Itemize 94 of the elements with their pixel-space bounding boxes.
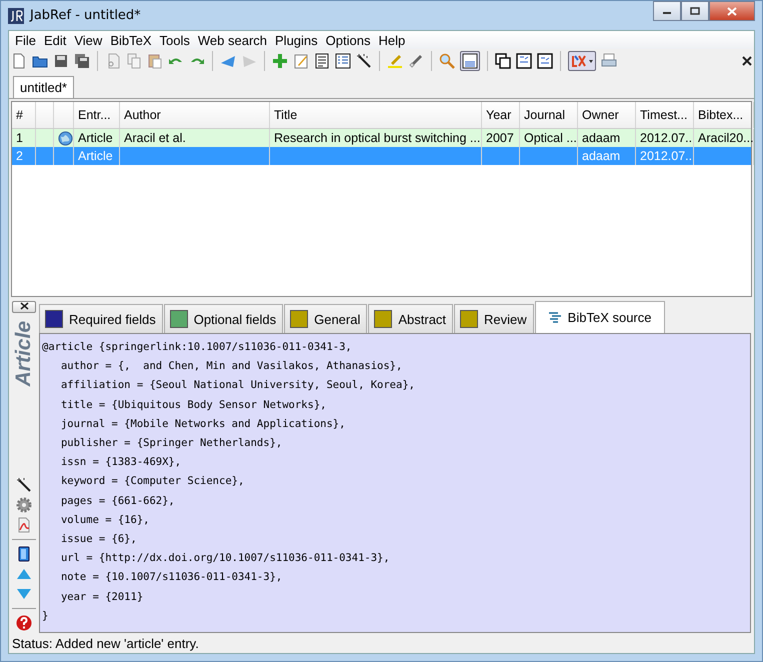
menu-item[interactable]: Plugins — [271, 32, 322, 48]
column-header[interactable]: Owner — [578, 102, 636, 128]
paste-icon[interactable] — [147, 53, 163, 69]
maximize-icon — [690, 7, 700, 15]
code-line: } — [42, 608, 50, 624]
column-header[interactable]: Entr... — [74, 102, 120, 128]
search-icon[interactable] — [439, 53, 455, 69]
sync-document-icon[interactable] — [516, 53, 532, 69]
menu-item[interactable]: Options — [322, 32, 374, 48]
code-line: issue = {6}, — [60, 532, 138, 548]
menu-item[interactable]: BibTeX — [106, 32, 156, 48]
close-button[interactable] — [709, 1, 755, 21]
new-file-icon[interactable] — [11, 53, 27, 69]
code-line: volume = {16}, — [60, 512, 150, 528]
close-icon[interactable] — [742, 56, 752, 66]
menu-item[interactable]: View — [70, 32, 106, 48]
menu-item[interactable]: Web search — [194, 32, 272, 48]
magic-wand-icon[interactable] — [16, 477, 32, 493]
table-cell: Optical ... — [524, 131, 577, 145]
menu-item[interactable]: File — [11, 32, 40, 48]
menu-item[interactable]: Help — [374, 32, 410, 48]
code-line: pages = {661-662}, — [60, 494, 176, 509]
lyx-app-icon — [570, 53, 588, 69]
editor-tab[interactable]: Optional fields — [164, 304, 284, 333]
column-header[interactable]: Timest... — [636, 102, 694, 128]
magic-wand-icon[interactable] — [356, 53, 372, 69]
code-line: url = {http://dx.doi.org/10.1007/s11036-011-0341-3}, — [60, 551, 391, 566]
menu-item[interactable]: Tools — [156, 32, 194, 48]
app-logo-icon — [8, 8, 24, 24]
editor-tab[interactable]: General — [284, 304, 368, 333]
column-header[interactable]: Year — [482, 102, 520, 128]
code-line: year = {2011} — [60, 590, 144, 605]
code-line: author = {, and Chen, Min and Vasilakos, Athanasios}, — [60, 359, 404, 374]
code-line: publisher = {Springer Netherlands}, — [60, 436, 284, 452]
code-line: affiliation = {Seoul National University, Seoul, Korea}, — [60, 378, 416, 394]
menu-item[interactable]: Edit — [40, 32, 70, 48]
table-cell: Article — [78, 149, 113, 163]
column-header[interactable]: Author — [120, 102, 270, 128]
close-icon — [727, 6, 737, 16]
column-header[interactable]: Journal — [520, 102, 578, 128]
table-cell: 2012.07... — [640, 149, 693, 163]
table-cell: Article — [78, 131, 113, 145]
close-icon — [20, 302, 28, 310]
preview-panel-icon[interactable] — [460, 51, 480, 71]
list-icon[interactable] — [335, 53, 351, 69]
table-cell: Aracil20... — [698, 131, 753, 145]
close-editor-button[interactable] — [12, 301, 36, 313]
push-to-application-button[interactable] — [568, 51, 596, 71]
table-cell: adaam — [582, 149, 620, 163]
printer-icon[interactable] — [601, 53, 617, 69]
code-line: journal = {Mobile Networks and Applications}, — [60, 416, 346, 432]
code-line: issn = {1383-469X}, — [60, 455, 182, 470]
bibtex-source-editor[interactable] — [39, 333, 751, 633]
database-tab[interactable]: untitled* — [13, 76, 74, 98]
code-line: keyword = {Computer Science}, — [60, 474, 246, 490]
sync-document-icon[interactable] — [537, 53, 553, 69]
help-icon[interactable] — [16, 615, 32, 631]
text-lines-icon — [548, 312, 562, 324]
table-cell: 2007 — [486, 131, 514, 145]
minimize-button[interactable] — [653, 1, 681, 21]
caret-icon — [588, 59, 594, 63]
add-icon[interactable] — [272, 53, 288, 69]
globe-icon[interactable] — [58, 130, 73, 146]
column-header[interactable]: Title — [270, 102, 482, 128]
window-title: JabRef - untitled* — [30, 8, 142, 23]
entry-type-label: Article — [12, 321, 36, 386]
editor-tab[interactable]: Required fields — [39, 304, 163, 333]
code-line: @article {springerlink:10.1007/s11036-011-0341-3, — [42, 340, 353, 355]
save-icon[interactable] — [53, 53, 69, 69]
code-line: title = {Ubiquitous Body Sensor Networks}, — [60, 398, 328, 413]
gear-icon[interactable] — [16, 497, 32, 513]
save-all-icon[interactable] — [74, 53, 90, 69]
back-arrow-icon[interactable] — [220, 53, 236, 69]
maximize-button[interactable] — [681, 1, 709, 21]
document-icon[interactable] — [16, 546, 32, 562]
table-cell: 2012.07... — [640, 131, 693, 145]
table-cell: 2 — [16, 149, 23, 163]
windows-icon[interactable] — [495, 53, 511, 69]
table-cell: adaam — [582, 131, 620, 145]
table-cell: Research in optical burst switching ... — [274, 131, 480, 145]
column-header[interactable]: # — [12, 102, 36, 128]
code-line: note = {10.1007/s11036-011-0341-3}, — [60, 570, 284, 586]
editor-tab[interactable]: Review — [454, 304, 534, 333]
column-header[interactable]: Bibtex... — [694, 102, 754, 128]
table-cell: Aracil et al. — [124, 131, 186, 145]
edit-icon[interactable] — [293, 53, 309, 69]
document-icon[interactable] — [314, 53, 330, 69]
eraser-icon[interactable] — [408, 53, 424, 69]
table-cell: 1 — [16, 131, 23, 145]
editor-tab[interactable]: BibTeX source — [534, 301, 664, 333]
status-text: Status: Added new 'article' entry. — [11, 634, 200, 653]
table-row[interactable]: 1 Article Aracil et al. Research in optical burst switching ... 2007 Optical ... adaam 2012.07... Aracil20... — [12, 129, 751, 147]
editor-tab[interactable]: Abstract — [368, 304, 454, 333]
pdf-file-icon[interactable] — [16, 517, 32, 533]
